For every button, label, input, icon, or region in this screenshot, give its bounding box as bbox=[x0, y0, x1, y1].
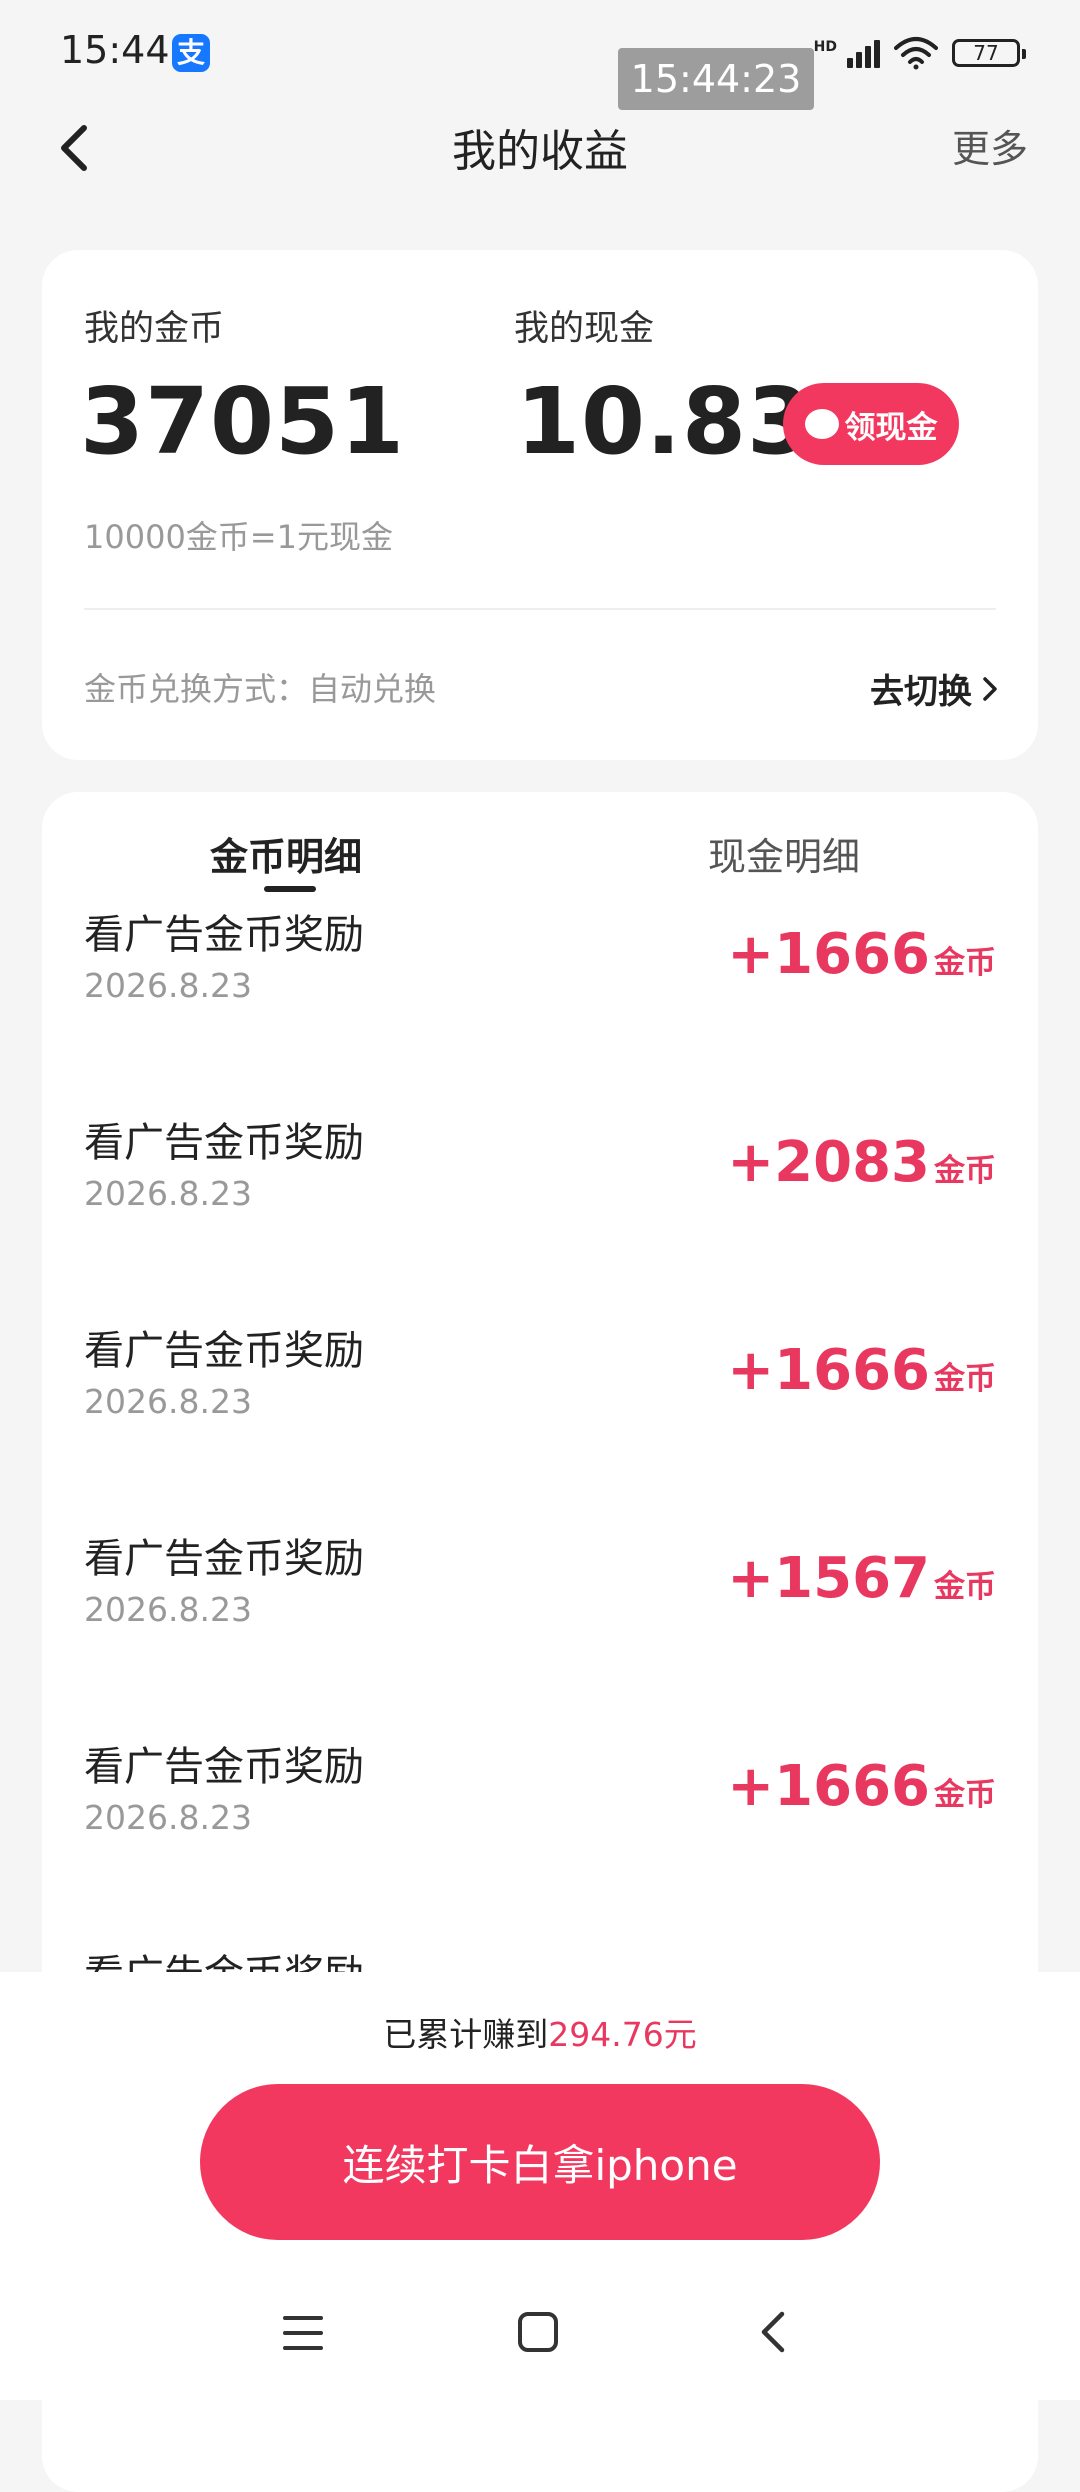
exchange-rate: 10000金币=1元现金 bbox=[84, 518, 393, 556]
nav-menu-icon[interactable] bbox=[283, 2316, 323, 2350]
wifi-icon bbox=[894, 37, 938, 70]
time-overlay: 15:44:23 bbox=[618, 48, 814, 110]
record-title: 看广告金币奖励 bbox=[84, 912, 364, 958]
coins-value: 37051 bbox=[80, 368, 406, 475]
alipay-icon: 支 bbox=[172, 34, 210, 72]
nav-home-icon[interactable] bbox=[518, 2312, 558, 2352]
divider bbox=[84, 608, 996, 610]
amount-value: +1666 bbox=[727, 1754, 930, 1819]
record-title: 看广告金币奖励 bbox=[84, 1536, 364, 1582]
battery-icon: 77 bbox=[952, 39, 1026, 67]
cash-label: 我的现金 bbox=[514, 309, 655, 349]
amount-unit: 金币 bbox=[934, 1569, 996, 1605]
status-time: 15:44 bbox=[60, 28, 170, 72]
total-earned-label: 已累计赚到 bbox=[383, 2015, 549, 2054]
status-icons: HD 77 bbox=[813, 32, 1026, 74]
cash-value: 10.83 bbox=[516, 368, 813, 475]
list-item: 看广告金币奖励 2026.8.23 +1666 金币 bbox=[42, 902, 1038, 1110]
list-item: 看广告金币奖励 2026.8.23 +2083 金币 bbox=[42, 1110, 1038, 1318]
record-date: 2026.8.23 bbox=[84, 1590, 252, 1629]
tab-cash-details[interactable]: 现金明细 bbox=[708, 826, 860, 881]
exchange-mode: 金币兑换方式：自动兑换 bbox=[84, 670, 437, 708]
page-title: 我的收益 bbox=[452, 126, 628, 177]
amount-unit: 金币 bbox=[934, 1153, 996, 1189]
signal-icon bbox=[847, 38, 880, 68]
total-earned-value: 294.76元 bbox=[548, 2015, 697, 2054]
amount-value: +1567 bbox=[727, 1546, 930, 1611]
record-title: 看广告金币奖励 bbox=[84, 1744, 364, 1790]
tab-coin-details[interactable]: 金币明细 bbox=[210, 826, 362, 881]
amount-unit: 金币 bbox=[934, 945, 996, 981]
switch-mode-label: 去切换 bbox=[870, 672, 972, 712]
amount-unit: 金币 bbox=[934, 1777, 996, 1813]
earnings-summary-card: 我的金币 37051 我的现金 10.83 领现金 10000金币=1元现金 金… bbox=[42, 250, 1038, 760]
nav-back-icon[interactable] bbox=[754, 2308, 794, 2356]
more-button[interactable]: 更多 bbox=[952, 118, 1028, 173]
record-date: 2026.8.23 bbox=[84, 966, 252, 1005]
list-item: 看广告金币奖励 2026.8.23 +1567 金币 bbox=[42, 1526, 1038, 1734]
amount-unit: 金币 bbox=[934, 1361, 996, 1397]
total-earned: 已累计赚到294.76元 bbox=[0, 2008, 1080, 2056]
record-amount: +2083 金币 bbox=[727, 1130, 996, 1195]
switch-mode-button[interactable]: 去切换 bbox=[870, 664, 998, 713]
list-item: 看广告金币奖励 2026.8.23 +1666 金币 bbox=[42, 1318, 1038, 1526]
chevron-right-icon bbox=[983, 676, 997, 701]
list-item: 看广告金币奖励 2026.8.23 +1666 金币 bbox=[42, 1734, 1038, 1942]
record-amount: +1666 金币 bbox=[727, 922, 996, 987]
record-title: 看广告金币奖励 bbox=[84, 1328, 364, 1374]
coins-label: 我的金币 bbox=[84, 309, 225, 349]
checkin-button[interactable]: 连续打卡白拿iphone bbox=[200, 2084, 880, 2240]
record-title: 看广告金币奖励 bbox=[84, 1120, 364, 1166]
hd-label: HD bbox=[813, 39, 837, 55]
amount-value: +2083 bbox=[727, 1130, 930, 1195]
record-date: 2026.8.23 bbox=[84, 1798, 252, 1837]
withdraw-cash-label: 领现金 bbox=[844, 409, 938, 446]
record-date: 2026.8.23 bbox=[84, 1382, 252, 1421]
amount-value: +1666 bbox=[727, 922, 930, 987]
chat-bubble-icon bbox=[804, 409, 839, 439]
active-tab-indicator bbox=[264, 886, 316, 892]
record-amount: +1666 金币 bbox=[727, 1338, 996, 1403]
record-amount: +1666 金币 bbox=[727, 1754, 996, 1819]
withdraw-cash-button[interactable]: 领现金 bbox=[783, 383, 959, 465]
record-amount: +1567 金币 bbox=[727, 1546, 996, 1611]
amount-value: +1666 bbox=[727, 1338, 930, 1403]
record-date: 2026.8.23 bbox=[84, 1174, 252, 1213]
